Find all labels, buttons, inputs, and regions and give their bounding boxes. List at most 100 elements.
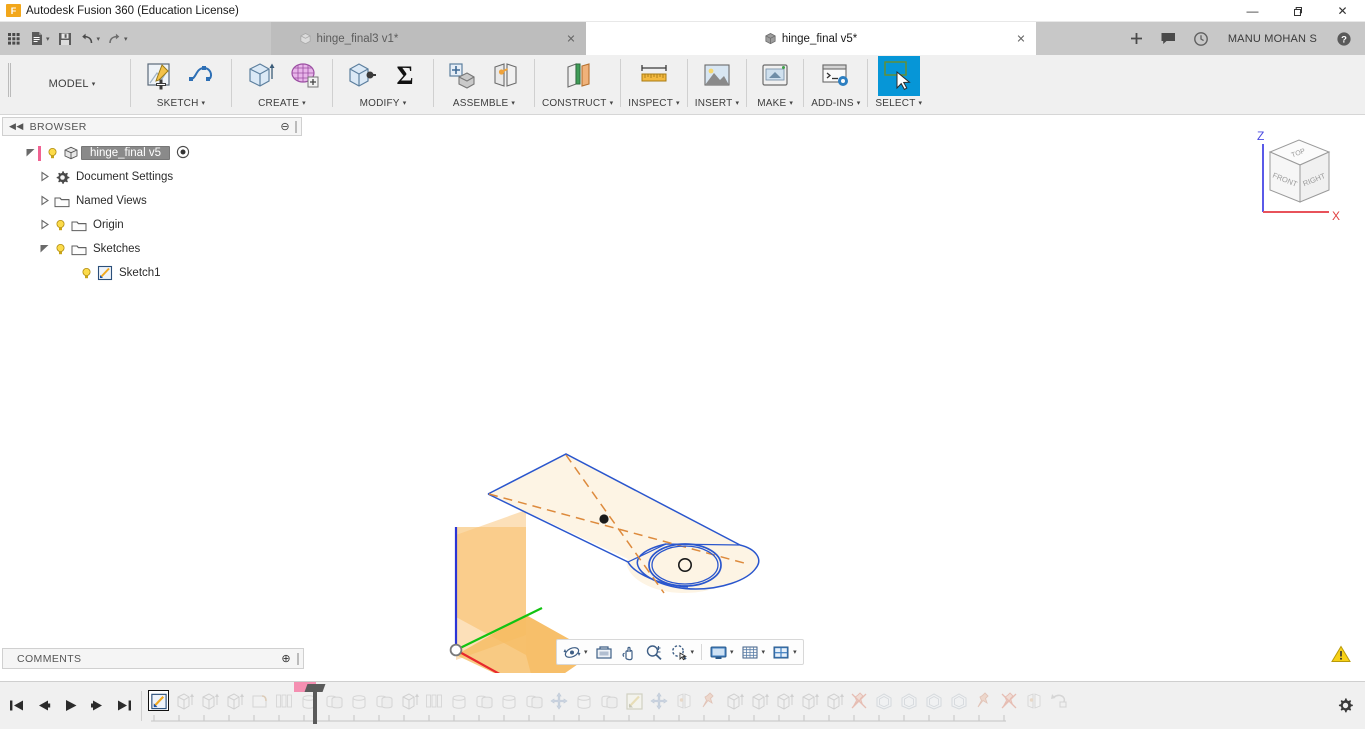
extrude-feature[interactable] <box>771 686 796 716</box>
move-feature[interactable] <box>646 686 671 716</box>
ribbon-group-modify-label-wrap[interactable]: MODIFY ▾ <box>360 95 407 111</box>
workspace-switcher[interactable]: MODEL ▾ <box>17 55 127 113</box>
combine-feature[interactable] <box>471 686 496 716</box>
extrude-feature[interactable] <box>171 686 196 716</box>
new-tab-button[interactable] <box>1122 22 1152 55</box>
tab-close-button[interactable]: ✕ <box>566 32 575 45</box>
undo-button[interactable]: ▾ <box>77 26 104 52</box>
go-to-end-button[interactable] <box>112 689 137 723</box>
sketch-feature[interactable] <box>621 686 646 716</box>
sketch-spline-button[interactable] <box>182 56 224 96</box>
activate-component-radio[interactable] <box>176 145 190 162</box>
pattern-feature[interactable] <box>421 686 446 716</box>
create-sketch-button[interactable] <box>138 56 180 96</box>
body-feature[interactable] <box>571 686 596 716</box>
extrude-feature[interactable] <box>721 686 746 716</box>
zoom-window-button[interactable]: ▾ <box>667 641 698 663</box>
close-button[interactable]: ✕ <box>1320 0 1365 22</box>
combine-feature[interactable] <box>371 686 396 716</box>
fillet-feature[interactable] <box>246 686 271 716</box>
origin-point[interactable] <box>449 643 463 657</box>
ribbon-group-inspect-label-wrap[interactable]: INSPECT ▾ <box>628 95 679 111</box>
pattern-feature[interactable] <box>271 686 296 716</box>
grid-snaps-button[interactable]: ▾ <box>738 641 769 663</box>
save-button[interactable] <box>54 26 76 52</box>
body-feature[interactable] <box>496 686 521 716</box>
ribbon-group-assemble-label-wrap[interactable]: ASSEMBLE ▾ <box>453 95 515 111</box>
shell-feature[interactable] <box>921 686 946 716</box>
expand-arrow-closed-icon[interactable] <box>36 194 52 208</box>
press-pull-button[interactable] <box>340 56 382 96</box>
extrude-feature[interactable] <box>796 686 821 716</box>
status-warning[interactable] <box>1331 645 1351 663</box>
sketch-point[interactable] <box>599 514 609 524</box>
zoom-button[interactable] <box>642 641 666 663</box>
timeline-track[interactable] <box>146 681 1325 730</box>
tab-hinge-final[interactable]: hinge_final v5* ✕ <box>585 22 1036 55</box>
play-button[interactable] <box>58 689 83 723</box>
tab-hinge-final3[interactable]: hinge_final3 v1* ✕ <box>270 22 586 55</box>
tree-item-document-settings[interactable]: Document Settings <box>0 165 304 189</box>
display-settings-button[interactable]: ▾ <box>706 641 737 663</box>
joint-button[interactable] <box>485 56 527 96</box>
new-component-button[interactable] <box>441 56 483 96</box>
offset-plane-button[interactable] <box>557 56 599 96</box>
rigid-group-feature[interactable] <box>846 686 871 716</box>
shell-feature[interactable] <box>896 686 921 716</box>
shell-feature[interactable] <box>946 686 971 716</box>
ribbon-group-addins-label-wrap[interactable]: ADD-INS ▾ <box>811 95 860 111</box>
3d-print-button[interactable] <box>754 56 796 96</box>
panel-grip[interactable] <box>295 120 297 133</box>
restore-button[interactable] <box>1275 0 1320 22</box>
expand-arrow-closed-icon[interactable] <box>36 170 52 184</box>
help-button[interactable]: ? <box>1329 22 1359 55</box>
new-file-button[interactable]: ▾ <box>27 26 53 52</box>
move-feature[interactable] <box>546 686 571 716</box>
visibility-bulb-icon[interactable] <box>52 243 69 256</box>
ribbon-group-sketch-label-wrap[interactable]: SKETCH ▾ <box>157 95 205 111</box>
ribbon-grip[interactable] <box>8 63 11 97</box>
user-name[interactable]: MANU MOHAN S <box>1218 33 1327 45</box>
body-feature[interactable] <box>446 686 471 716</box>
comments-panel[interactable]: COMMENTS ⊕ <box>2 648 304 669</box>
redo-button[interactable]: ▾ <box>104 26 131 52</box>
ribbon-group-create-label-wrap[interactable]: CREATE ▾ <box>258 95 306 111</box>
job-status-button[interactable] <box>1186 22 1216 55</box>
expand-arrow-open-icon[interactable] <box>36 243 52 256</box>
joint-feature[interactable] <box>1021 686 1046 716</box>
combine-feature[interactable] <box>521 686 546 716</box>
sketch-feature[interactable] <box>146 686 171 716</box>
minimize-panel-icon[interactable]: ⊖ <box>280 120 290 133</box>
tree-item-sketch1[interactable]: Sketch1 <box>0 261 304 285</box>
viewports-button[interactable]: ▾ <box>769 641 800 663</box>
add-comment-icon[interactable]: ⊕ <box>281 652 291 665</box>
shell-feature[interactable] <box>871 686 896 716</box>
comment-button[interactable] <box>1154 22 1184 55</box>
look-at-button[interactable] <box>592 641 616 663</box>
step-back-button[interactable] <box>31 689 56 723</box>
tab-close-button[interactable]: ✕ <box>1016 32 1025 45</box>
extrude-feature[interactable] <box>221 686 246 716</box>
body-feature[interactable] <box>346 686 371 716</box>
ribbon-group-make-label-wrap[interactable]: MAKE ▾ <box>757 95 793 111</box>
as-built-joint-feature[interactable] <box>971 686 996 716</box>
tree-item-named-views[interactable]: Named Views <box>0 189 304 213</box>
measure-button[interactable] <box>633 56 675 96</box>
pan-button[interactable] <box>617 641 641 663</box>
change-parameters-button[interactable]: Σ <box>384 56 426 96</box>
expand-arrow-open-icon[interactable] <box>22 147 38 160</box>
select-window-button[interactable] <box>877 56 920 96</box>
tree-item-origin[interactable]: Origin <box>0 213 304 237</box>
extrude-feature[interactable] <box>746 686 771 716</box>
visibility-bulb-icon[interactable] <box>78 267 95 280</box>
expand-arrow-closed-icon[interactable] <box>36 218 52 232</box>
view-cube[interactable]: Z X TOP FRONT RIGHT <box>1237 120 1347 225</box>
collapse-panel-icon[interactable]: ◀◀ <box>9 121 24 132</box>
apps-grid-button[interactable] <box>4 26 26 52</box>
as-built-joint-feature[interactable] <box>696 686 721 716</box>
scripts-addins-button[interactable] <box>815 56 857 96</box>
ribbon-group-select-label-wrap[interactable]: SELECT ▾ <box>875 95 922 111</box>
orbit-button[interactable]: ▾ <box>560 641 591 663</box>
insert-image-button[interactable] <box>696 56 738 96</box>
ribbon-group-construct-label-wrap[interactable]: CONSTRUCT ▾ <box>542 95 613 111</box>
